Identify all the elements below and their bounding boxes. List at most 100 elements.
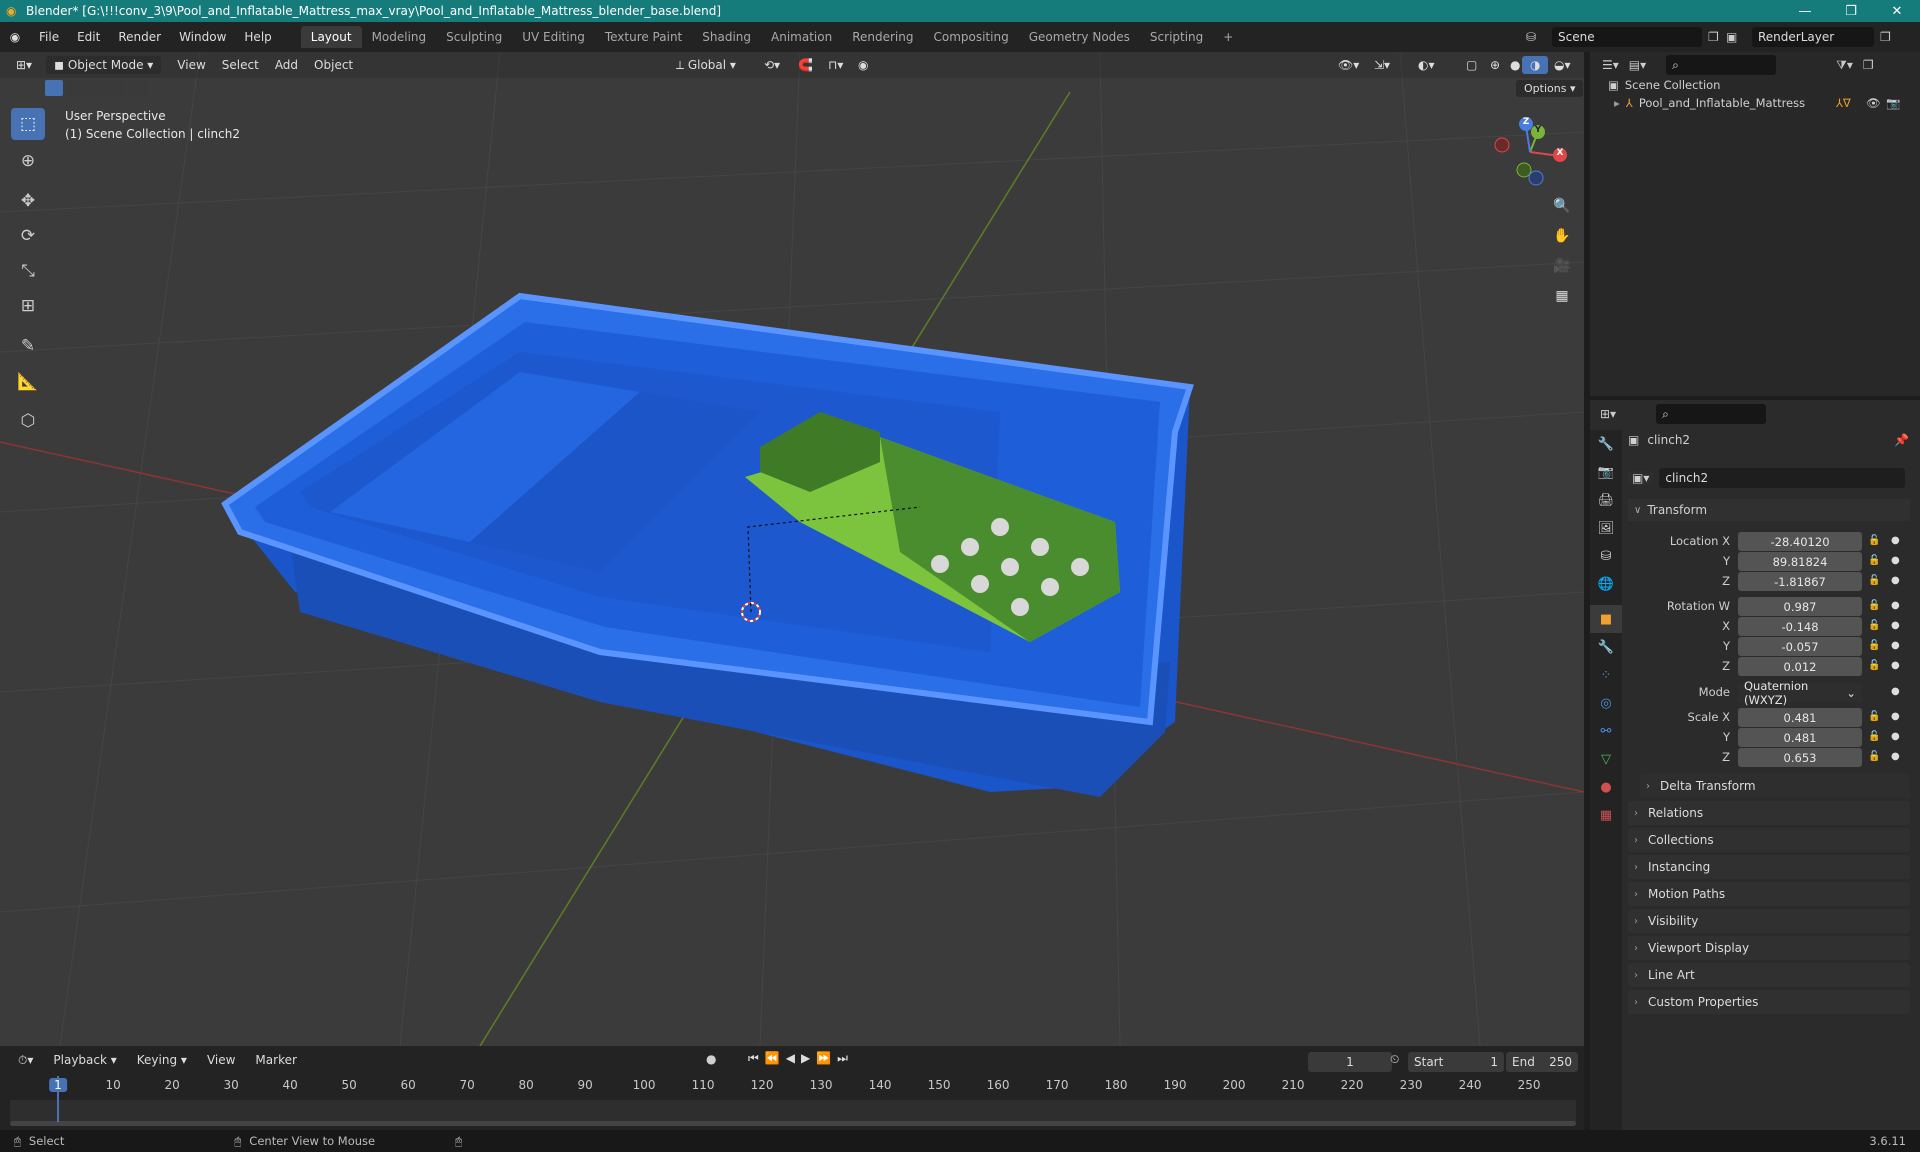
pan-hand-icon[interactable]: ✋: [1548, 222, 1576, 250]
minimize-button[interactable]: —: [1782, 0, 1828, 22]
add-workspace-button[interactable]: +: [1213, 26, 1243, 48]
keyframe-dot-icon[interactable]: ●: [1891, 555, 1900, 566]
location-x-field[interactable]: -28.40120: [1738, 532, 1862, 551]
menu-playback[interactable]: Playback ▾: [45, 1051, 124, 1069]
menu-render[interactable]: Render: [109, 30, 170, 44]
keyframe-dot-icon[interactable]: ●: [1891, 731, 1900, 742]
pivot-icon[interactable]: ⟲▾: [756, 56, 788, 74]
tab-modeling[interactable]: Modeling: [362, 26, 437, 48]
location-y-field[interactable]: 89.81824: [1738, 552, 1862, 571]
world-tab-icon[interactable]: 🌐: [1590, 570, 1622, 598]
lock-icon[interactable]: 🔓: [1868, 640, 1880, 651]
collections-panel[interactable]: › Collections: [1628, 828, 1910, 852]
tool-tab-icon[interactable]: 🔧: [1590, 430, 1622, 458]
lock-icon[interactable]: 🔓: [1868, 555, 1880, 566]
output-tab-icon[interactable]: 🖨: [1590, 486, 1622, 514]
scene-collection-row[interactable]: ▣ Scene Collection: [1608, 78, 1720, 92]
expand-chevron-icon[interactable]: ▸: [1614, 96, 1620, 110]
pin-icon[interactable]: 📌: [1894, 433, 1909, 447]
particles-tab-icon[interactable]: ⁘: [1590, 661, 1622, 689]
properties-search-input[interactable]: ⌕: [1656, 404, 1767, 424]
display-mode-icon[interactable]: ▤▾: [1629, 58, 1646, 72]
keyframe-dot-icon[interactable]: ●: [1891, 686, 1900, 697]
menu-select[interactable]: Select: [214, 56, 267, 74]
render-layer-selector[interactable]: RenderLayer: [1752, 27, 1874, 47]
tab-uv-editing[interactable]: UV Editing: [512, 26, 595, 48]
scale-y-field[interactable]: 0.481: [1738, 728, 1862, 747]
physics-tab-icon[interactable]: ◎: [1590, 689, 1622, 717]
relations-panel[interactable]: › Relations: [1628, 801, 1910, 825]
outliner-editor-icon[interactable]: ☰▾: [1602, 58, 1619, 72]
lock-icon[interactable]: 🔓: [1868, 731, 1880, 742]
start-frame-field[interactable]: Start 1: [1408, 1052, 1504, 1072]
tab-shading[interactable]: Shading: [692, 26, 761, 48]
rendered-shading-icon[interactable]: ◒▾: [1546, 56, 1579, 74]
tab-layout[interactable]: Layout: [300, 26, 362, 48]
lock-icon[interactable]: 🔓: [1868, 600, 1880, 611]
tab-sculpting[interactable]: Sculpting: [436, 26, 512, 48]
properties-editor-icon[interactable]: ⊞▾: [1600, 407, 1616, 421]
end-frame-field[interactable]: End 250: [1506, 1052, 1578, 1072]
scale-tool[interactable]: ⤡: [11, 255, 45, 287]
keyframe-dot-icon[interactable]: ●: [1891, 711, 1900, 722]
move-tool[interactable]: ✥: [11, 185, 45, 217]
object-name-field[interactable]: clinch2: [1659, 468, 1906, 488]
rotation-y-field[interactable]: -0.057: [1738, 637, 1862, 656]
scale-x-field[interactable]: 0.481: [1738, 708, 1862, 727]
select-subtract-icon[interactable]: [87, 80, 105, 96]
motion-paths-panel[interactable]: › Motion Paths: [1628, 882, 1910, 906]
playback-controls[interactable]: ⏮⏪◀▶⏩⏭: [748, 1051, 854, 1066]
keyframe-dot-icon[interactable]: ●: [1891, 640, 1900, 651]
instancing-panel[interactable]: › Instancing: [1628, 855, 1910, 879]
rotation-z-field[interactable]: 0.012: [1738, 657, 1862, 676]
tab-texture-paint[interactable]: Texture Paint: [595, 26, 692, 48]
object-tab-icon[interactable]: ■: [1590, 605, 1622, 633]
scene-tab-icon[interactable]: ⛁: [1590, 542, 1622, 570]
menu-help[interactable]: Help: [235, 30, 280, 44]
select-new-icon[interactable]: [45, 80, 63, 96]
custom-properties-panel[interactable]: › Custom Properties: [1628, 990, 1910, 1014]
snap-icon[interactable]: 🧲: [790, 56, 821, 74]
visibility-icon[interactable]: 👁▾: [1330, 56, 1367, 74]
select-box-tool[interactable]: ⬚: [11, 108, 45, 140]
view-layer-tab-icon[interactable]: 🖼: [1590, 514, 1622, 542]
cursor-tool[interactable]: ⊕: [11, 145, 45, 177]
constraints-tab-icon[interactable]: ⚯: [1590, 717, 1622, 745]
lock-icon[interactable]: 🔓: [1868, 751, 1880, 762]
gizmo-toggle-icon[interactable]: ⇲▾: [1366, 56, 1398, 74]
tab-scripting[interactable]: Scripting: [1140, 26, 1213, 48]
material-shading-icon[interactable]: ◑: [1522, 56, 1549, 74]
keyframe-dot-icon[interactable]: ●: [1891, 660, 1900, 671]
filter-icon[interactable]: ⧩▾: [1836, 58, 1853, 73]
proportional-edit-icon[interactable]: ◉: [850, 56, 876, 74]
tab-rendering[interactable]: Rendering: [842, 26, 923, 48]
perspective-toggle-icon[interactable]: ▦: [1548, 282, 1576, 310]
new-layer-icon[interactable]: ❐: [1880, 30, 1891, 44]
gizmo-x-label[interactable]: X: [1553, 148, 1567, 162]
transform-tool[interactable]: ⊞: [11, 290, 45, 322]
location-z-field[interactable]: -1.81867: [1738, 572, 1862, 591]
line-art-panel[interactable]: › Line Art: [1628, 963, 1910, 987]
add-cube-tool[interactable]: ⬡: [11, 405, 45, 437]
lock-icon[interactable]: 🔓: [1868, 535, 1880, 546]
menu-file[interactable]: File: [30, 30, 68, 44]
visibility-panel[interactable]: › Visibility: [1628, 909, 1910, 933]
keyframe-dot-icon[interactable]: ●: [1891, 620, 1900, 631]
gizmo-y-label[interactable]: Y: [1531, 125, 1545, 139]
maximize-button[interactable]: ❐: [1828, 0, 1874, 22]
blender-menu-icon[interactable]: ◉: [0, 30, 30, 44]
delta-transform-subpanel[interactable]: › Delta Transform: [1640, 774, 1910, 798]
menu-keying[interactable]: Keying ▾: [129, 1051, 195, 1069]
lock-icon[interactable]: 🔓: [1868, 711, 1880, 722]
eye-icon[interactable]: 👁: [1866, 96, 1881, 110]
scale-z-field[interactable]: 0.653: [1738, 748, 1862, 767]
rotate-tool[interactable]: ⟳: [11, 220, 45, 252]
render-tab-icon[interactable]: 📷: [1590, 458, 1622, 486]
keyframe-dot-icon[interactable]: ●: [1891, 535, 1900, 546]
overlay-toggle-icon[interactable]: ◐▾: [1410, 56, 1443, 74]
timeline-editor-icon[interactable]: ⏱▾: [10, 1051, 41, 1070]
modifier-tab-icon[interactable]: 🔧: [1590, 633, 1622, 661]
keyframe-dot-icon[interactable]: ●: [1891, 600, 1900, 611]
new-collection-icon[interactable]: ❐: [1863, 58, 1874, 72]
menu-timeline-view[interactable]: View: [199, 1051, 243, 1069]
